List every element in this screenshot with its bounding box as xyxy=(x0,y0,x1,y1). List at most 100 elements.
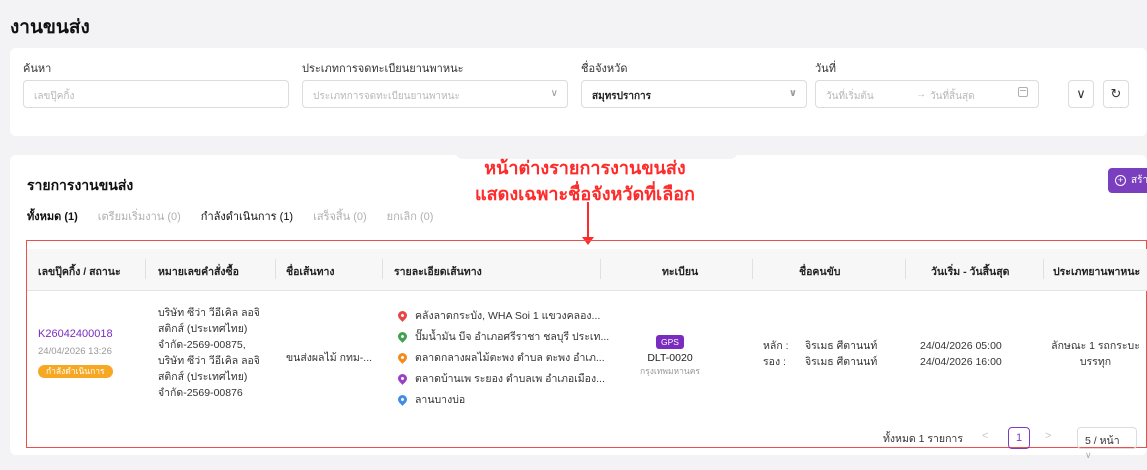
vehicle-type-cell: ลักษณะ 1 รถกระบะ บรรทุก xyxy=(1048,338,1143,370)
province-select[interactable]: สมุทรปราการ ∨ xyxy=(581,80,807,108)
plate-number: DLT-0020 xyxy=(647,352,693,364)
route-stop: คลังลาดกระบัง, WHA Soi 1 แขวงคลอง... xyxy=(396,305,609,326)
annotation-arrow xyxy=(587,202,589,242)
column-header: เลขปุ๊คกิ้ง / สถานะ xyxy=(38,266,121,278)
page-title: งานขนส่ง xyxy=(10,17,90,38)
create-job-button[interactable]: + สร้างงานขนส่ง xyxy=(1108,168,1147,193)
order-line: บริษัท ซีว่า วีอีเคิล ลอจิ xyxy=(158,307,260,319)
create-job-label: สร้างงานขนส่ง xyxy=(1131,175,1147,186)
route-stop-label: ตลาดบ้านเพ ระยอง ตำบลเพ อำเภอเมือง... xyxy=(415,372,605,385)
province-label: ชื่อจังหวัด xyxy=(581,63,628,75)
pagination-next[interactable]: > xyxy=(1045,430,1051,442)
column-divider xyxy=(600,259,601,279)
reset-filter-button[interactable]: ↻ xyxy=(1103,80,1129,108)
vehicle-type-placeholder: ประเภทการจดทะเบียนยานพาหนะ xyxy=(313,91,460,102)
start-datetime: 24/04/2026 05:00 xyxy=(920,340,1002,352)
route-stop: ตลาดบ้านเพ ระยอง ตำบลเพ อำเภอเมือง... xyxy=(396,368,609,389)
column-header: หมายเลขคำสั่งซื้อ xyxy=(158,266,239,278)
date-range-picker[interactable]: วันที่เริ่มต้น → วันที่สิ้นสุด xyxy=(815,80,1039,108)
gps-badge: GPS xyxy=(656,335,684,349)
map-pin-icon xyxy=(396,330,409,343)
route-stops: คลังลาดกระบัง, WHA Soi 1 แขวงคลอง... ปั๊… xyxy=(396,305,610,410)
column-divider xyxy=(275,259,276,279)
map-pin-icon xyxy=(396,393,409,406)
column-divider xyxy=(145,259,146,279)
column-header: ชื่อคนขับ xyxy=(799,266,841,278)
driver-main-label: หลัก : xyxy=(763,340,789,352)
column-header: ชื่อเส้นทาง xyxy=(286,266,335,278)
pagination-total: ทั้งหมด 1 รายการ xyxy=(883,433,963,445)
column-header: ทะเบียน xyxy=(662,266,699,278)
pagination-prev[interactable]: < xyxy=(982,430,988,442)
chevron-down-icon: ∨ xyxy=(550,88,558,99)
route-stop-label: ลานบางบ่อ xyxy=(415,393,466,406)
search-placeholder: เลขปุ๊คกิ้ง xyxy=(34,91,75,102)
order-line: จำกัด-2569-00876 xyxy=(158,387,243,399)
column-divider xyxy=(905,259,906,279)
date-range-cell: 24/04/2026 05:00 24/04/2026 16:00 xyxy=(920,338,1002,370)
date-end-placeholder: วันที่สิ้นสุด xyxy=(930,91,975,102)
vehicle-type-line: ลักษณะ 1 รถกระบะ xyxy=(1051,340,1140,352)
booking-date: 24/04/2026 13:26 xyxy=(38,346,112,357)
column-header: วันเริ่ม - วันสิ้นสุด xyxy=(931,266,1010,278)
driver-main-name: จิรเมธ ศีตานนท์ xyxy=(805,340,878,352)
route-stop-label: ปั๊มน้ำมัน บีจ อำเภอศรีราชา ชลบุรี ประเท… xyxy=(415,330,610,343)
date-start-placeholder: วันที่เริ่มต้น xyxy=(826,91,874,102)
driver-cell: หลัก : จิรเมธ ศีตานนท์ รอง : จิรเมธ ศีตานน… xyxy=(763,338,877,370)
route-name: ขนส่งผลไม้ กทม-... xyxy=(286,352,373,364)
route-stop: ปั๊มน้ำมัน บีจ อำเภอศรีราชา ชลบุรี ประเท… xyxy=(396,326,610,347)
arrow-right-icon: → xyxy=(916,89,926,100)
route-stop-label: ตลาดกลางผลไม้ตะพง ตำบล ตะพง อำเภ... xyxy=(415,351,605,364)
page-size-select[interactable]: 5 / หน้า ∨ xyxy=(1077,427,1137,460)
column-header: รายละเอียดเส้นทาง xyxy=(394,266,482,278)
order-line: บริษัท ซีว่า วีอีเคิล ลอจิ xyxy=(158,355,260,367)
order-line: สติกส์ (ประเทศไทย) xyxy=(158,371,248,383)
status-badge: กำลังดำเนินการ xyxy=(38,365,113,378)
search-label: ค้นหา xyxy=(23,63,52,75)
driver-sub-label: รอง : xyxy=(763,356,786,368)
map-pin-icon xyxy=(396,309,409,322)
tab-completed[interactable]: เสร็จสิ้น (0) xyxy=(313,207,367,225)
plus-circle-icon: + xyxy=(1115,175,1127,186)
list-title: รายการงานขนส่ง xyxy=(27,177,134,193)
route-stop-label: คลังลาดกระบัง, WHA Soi 1 แขวงคลอง... xyxy=(415,309,601,322)
route-stop: ตลาดกลางผลไม้ตะพง ตำบล ตะพง อำเภ... xyxy=(396,347,609,368)
tab-in-progress[interactable]: กำลังดำเนินการ (1) xyxy=(201,207,293,225)
annotation-line-2: แสดงเฉพาะชื่อจังหวัดที่เลือก xyxy=(475,184,695,204)
vehicle-type-line: บรรทุก xyxy=(1079,356,1112,368)
pagination-page-1[interactable]: 1 xyxy=(1008,427,1030,449)
page-number: 1 xyxy=(1015,432,1023,444)
refresh-icon: ↻ xyxy=(1110,86,1122,101)
expand-filter-button[interactable]: ∨ xyxy=(1068,80,1094,108)
driver-sub-name: จิรเมธ ศีตานนท์ xyxy=(805,356,878,368)
tab-preparing[interactable]: เตรียมเริ่มงาน (0) xyxy=(98,207,181,225)
status-tabs: ทั้งหมด (1) เตรียมเริ่มงาน (0) กำลังดำเน… xyxy=(27,207,453,225)
column-header: ประเภทยานพาหนะ xyxy=(1053,266,1141,278)
search-input[interactable]: เลขปุ๊คกิ้ง xyxy=(23,80,289,108)
order-numbers-cell: บริษัท ซีว่า วีอีเคิล ลอจิ สติกส์ (ประเท… xyxy=(158,305,260,401)
map-pin-icon xyxy=(396,351,409,364)
column-divider xyxy=(1043,259,1044,279)
order-line: จำกัด-2569-00875, xyxy=(158,339,246,351)
page-size-value: 5 / หน้า xyxy=(1085,435,1120,447)
table-header: เลขปุ๊คกิ้ง / สถานะ หมายเลขคำสั่งซื้อ ชื… xyxy=(27,249,1147,291)
vehicle-type-label: ประเภทการจดทะเบียนยานพาหนะ xyxy=(302,63,464,75)
order-line: สติกส์ (ประเทศไทย) xyxy=(158,323,248,335)
filter-panel: ค้นหา เลขปุ๊คกิ้ง ประเภทการจดทะเบียนยานพ… xyxy=(10,48,1147,136)
plate-cell: GPS DLT-0020 กรุงเทพมหานคร xyxy=(635,334,705,377)
chevron-down-icon: ∨ xyxy=(1085,450,1092,460)
booking-id-link[interactable]: K26042400018 xyxy=(38,326,113,342)
tab-cancelled[interactable]: ยกเลิก (0) xyxy=(387,207,434,225)
end-datetime: 24/04/2026 16:00 xyxy=(920,356,1002,368)
tab-all[interactable]: ทั้งหมด (1) xyxy=(27,207,78,225)
column-divider xyxy=(752,259,753,279)
plate-province: กรุงเทพมหานคร xyxy=(639,366,700,376)
map-pin-icon xyxy=(396,372,409,385)
column-divider xyxy=(382,259,383,279)
annotation-line-1: หน้าต่างรายการงานขนส่ง xyxy=(484,158,686,178)
province-value: สมุทรปราการ xyxy=(592,91,652,102)
vehicle-type-select[interactable]: ประเภทการจดทะเบียนยานพาหนะ ∨ xyxy=(302,80,568,108)
annotation-callout: หน้าต่างรายการงานขนส่ง แสดงเฉพาะชื่อจังห… xyxy=(420,155,750,207)
job-list-panel: หน้าต่างรายการงานขนส่ง แสดงเฉพาะชื่อจังห… xyxy=(10,143,1147,460)
booking-cell: K26042400018 24/04/2026 13:26 กำลังดำเนิ… xyxy=(38,326,113,379)
